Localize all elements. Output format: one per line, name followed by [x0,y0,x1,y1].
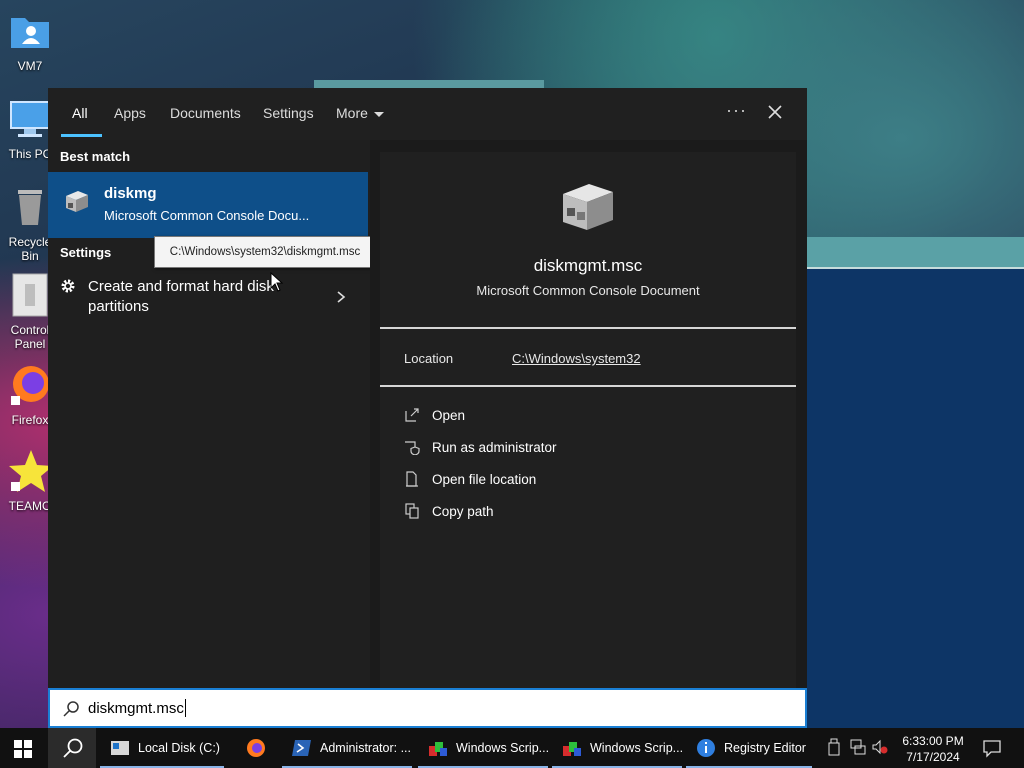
settings-heading: Settings [60,245,112,260]
tab-more[interactable]: More [336,105,384,121]
location-label: Location [404,351,454,366]
action-label: Copy path [432,504,494,519]
info-icon [697,739,715,757]
search-panel: All Apps Documents Settings More ··· Bes… [48,88,807,688]
script-host-icon [563,742,581,756]
taskbar-search-button[interactable] [48,728,96,768]
action-open[interactable]: Open [404,405,784,427]
usb-device-icon[interactable] [826,738,842,756]
desktop-icon-vm7[interactable]: VM7 [0,8,60,73]
taskbar-item-firefox[interactable] [236,728,280,768]
taskbar-item-label: Windows Scrip... [590,741,684,755]
detail-pane: diskmgmt.msc Microsoft Common Console Do… [380,152,796,688]
results-list: Best match diskmg Microsoft Common Conso… [48,140,376,688]
best-match-subtitle: Microsoft Common Console Docu... [104,208,310,223]
taskbar-item-label: Windows Scrip... [456,741,550,755]
taskbar-item-registry-editor[interactable]: Registry Editor [686,728,812,768]
taskbar: Local Disk (C:) Administrator: ... Windo… [0,728,1024,768]
taskbar-item-administrator[interactable]: Administrator: ... [282,728,412,768]
active-tab-indicator [61,134,102,137]
desktop-icon-label: VM7 [17,59,43,73]
text-caret [185,699,186,717]
close-icon[interactable] [764,101,786,123]
recycle-bin-icon [18,190,42,225]
taskbar-item-label: Local Disk (C:) [138,741,220,755]
notification-icon[interactable] [982,738,1002,758]
clock-time: 6:33:00 PM [902,734,964,748]
action-label: Open file location [432,472,537,487]
chevron-down-icon [373,111,384,117]
tab-settings[interactable]: Settings [263,105,314,121]
system-clock[interactable]: 6:33:00 PM 7/17/2024 [888,733,978,765]
search-icon [63,701,79,717]
best-match-title: diskmg [104,185,157,202]
open-icon [405,408,419,422]
best-match-heading: Best match [60,149,131,164]
volume-muted-icon[interactable] [872,738,888,756]
detail-title: diskmgmt.msc [533,256,643,275]
tab-apps[interactable]: Apps [114,105,146,121]
action-label: Run as administrator [432,440,557,455]
clock-date: 7/17/2024 [906,750,960,764]
tab-all[interactable]: All [72,105,88,121]
detail-subtitle: Microsoft Common Console Document [476,283,700,298]
location-link[interactable]: C:\Windows\system32 [512,351,641,366]
computer-icon [10,101,50,137]
gear-icon [61,279,75,293]
control-panel-icon [12,273,48,317]
detail-divider [380,385,796,387]
tab-documents[interactable]: Documents [170,105,241,121]
search-icon [63,738,83,758]
chevron-right-icon[interactable] [336,290,346,304]
search-tabs: All Apps Documents Settings More ··· [48,88,807,140]
search-input[interactable] [88,697,688,719]
action-label: Open [432,408,466,423]
firefox-icon [247,739,265,757]
path-tooltip: C:\Windows\system32\diskmgmt.msc [154,236,376,268]
detail-pane-container: diskmgmt.msc Microsoft Common Console Do… [370,140,807,688]
tab-more-label: More [336,105,368,121]
search-box[interactable] [48,688,807,728]
windows-logo-icon[interactable] [14,740,32,758]
firefox-icon [11,366,49,405]
drive-icon [111,741,129,755]
folder-user-icon [11,18,49,48]
taskbar-item-local-disk[interactable]: Local Disk (C:) [100,728,224,768]
shield-icon [405,441,420,455]
network-icon[interactable] [850,738,866,756]
taskbar-item-windows-script-2[interactable]: Windows Scrip... [552,728,684,768]
ellipsis-icon[interactable]: ··· [726,100,747,121]
action-run-as-admin[interactable]: Run as administrator [404,437,784,459]
detail-divider [380,327,796,329]
star-icon [9,450,53,492]
file-location-icon [406,471,418,487]
settings-result-item[interactable]: Create and format hard disk partitions [48,268,368,328]
disk-management-icon [66,191,88,212]
action-copy-path[interactable]: Copy path [404,501,784,523]
taskbar-item-label: Administrator: ... [320,741,411,755]
best-match-item[interactable]: diskmg Microsoft Common Console Docu... [48,172,368,238]
background-window-divider [806,267,1024,269]
powershell-icon [292,740,311,756]
background-window [806,237,1024,730]
taskbar-item-label: Registry Editor [724,741,806,755]
copy-icon [405,503,419,519]
mouse-cursor-icon [270,272,284,292]
action-open-file-location[interactable]: Open file location [404,469,784,491]
disk-management-icon [563,184,613,230]
taskbar-item-windows-script-1[interactable]: Windows Scrip... [418,728,550,768]
background-window-titlebar [806,237,1024,267]
script-host-icon [429,742,447,756]
